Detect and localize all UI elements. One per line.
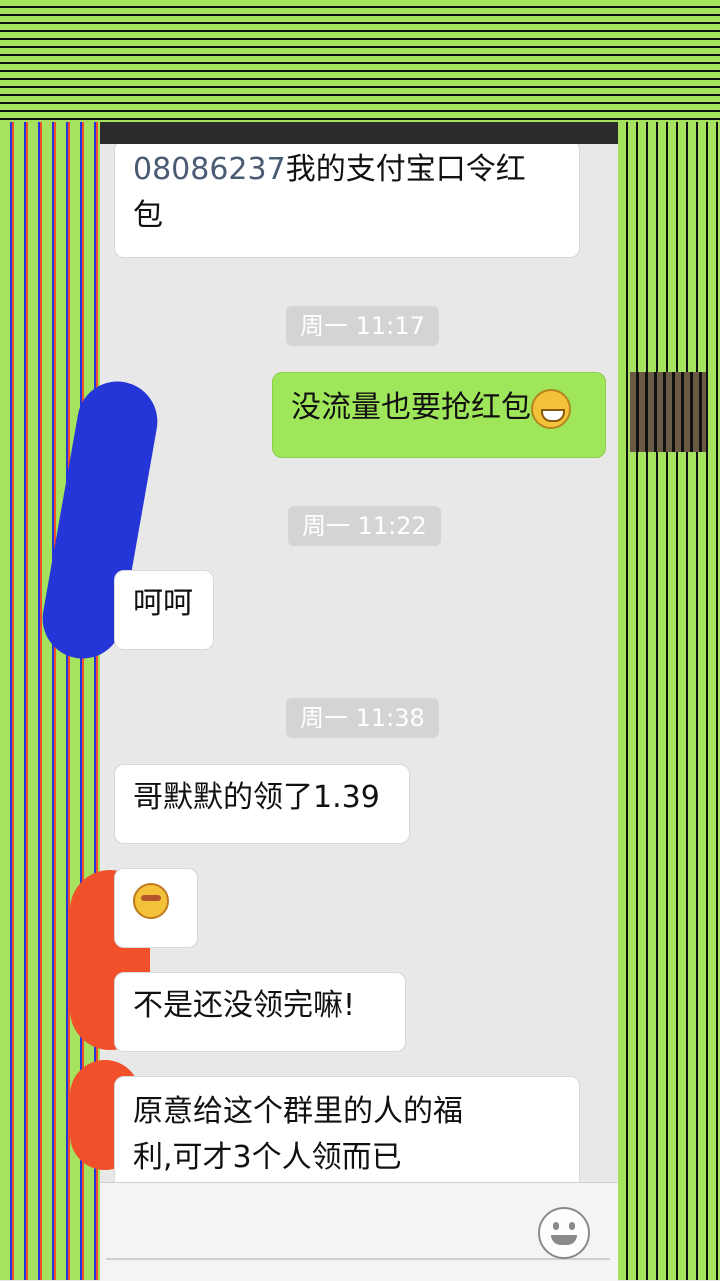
- smirk-emoji-icon: [133, 883, 169, 919]
- timestamp: 周一 11:38: [286, 698, 439, 738]
- message-text: 不是还没领完嘛!: [133, 988, 356, 1023]
- message-text: 我的支付宝口令红: [285, 152, 526, 187]
- message-text: 没流量也要抢红包: [291, 390, 531, 425]
- message-bubble[interactable]: 08086237我的支付宝口令红 包: [114, 144, 580, 258]
- message-bubble[interactable]: 不是还没领完嘛!: [114, 972, 406, 1052]
- message-bubble[interactable]: 原意给这个群里的人的福 利,可才3个人领而已: [114, 1076, 580, 1182]
- message-bubble[interactable]: 哥默默的领了1.39: [114, 764, 410, 844]
- message-bubble[interactable]: [114, 868, 198, 948]
- my-avatar[interactable]: [630, 372, 706, 452]
- top-stripe-banner: [0, 0, 720, 122]
- emoji-icon[interactable]: [538, 1207, 590, 1259]
- right-overlay-strip: [618, 122, 720, 1280]
- message-text: 原意给这个群里的人的福: [133, 1094, 463, 1129]
- message-bubble[interactable]: 呵呵: [114, 570, 214, 650]
- message-input-bar[interactable]: [100, 1182, 618, 1281]
- message-text: 哥默默的领了1.39: [133, 780, 380, 815]
- chat-message-list[interactable]: 08086237我的支付宝口令红 包 周一 11:17 没流量也要抢红包 周一 …: [100, 144, 618, 1182]
- message-text: 包: [133, 198, 163, 233]
- grin-emoji-icon: [531, 388, 571, 429]
- timestamp: 周一 11:17: [286, 306, 439, 346]
- status-bar-strip: [0, 122, 720, 144]
- timestamp: 周一 11:22: [288, 506, 441, 546]
- message-text: 利,可才3个人领而已: [133, 1140, 402, 1175]
- message-input-field[interactable]: [106, 1258, 610, 1260]
- message-link-number[interactable]: 08086237: [133, 152, 286, 187]
- message-bubble-self[interactable]: 没流量也要抢红包: [272, 372, 606, 458]
- message-text: 呵呵: [133, 586, 193, 621]
